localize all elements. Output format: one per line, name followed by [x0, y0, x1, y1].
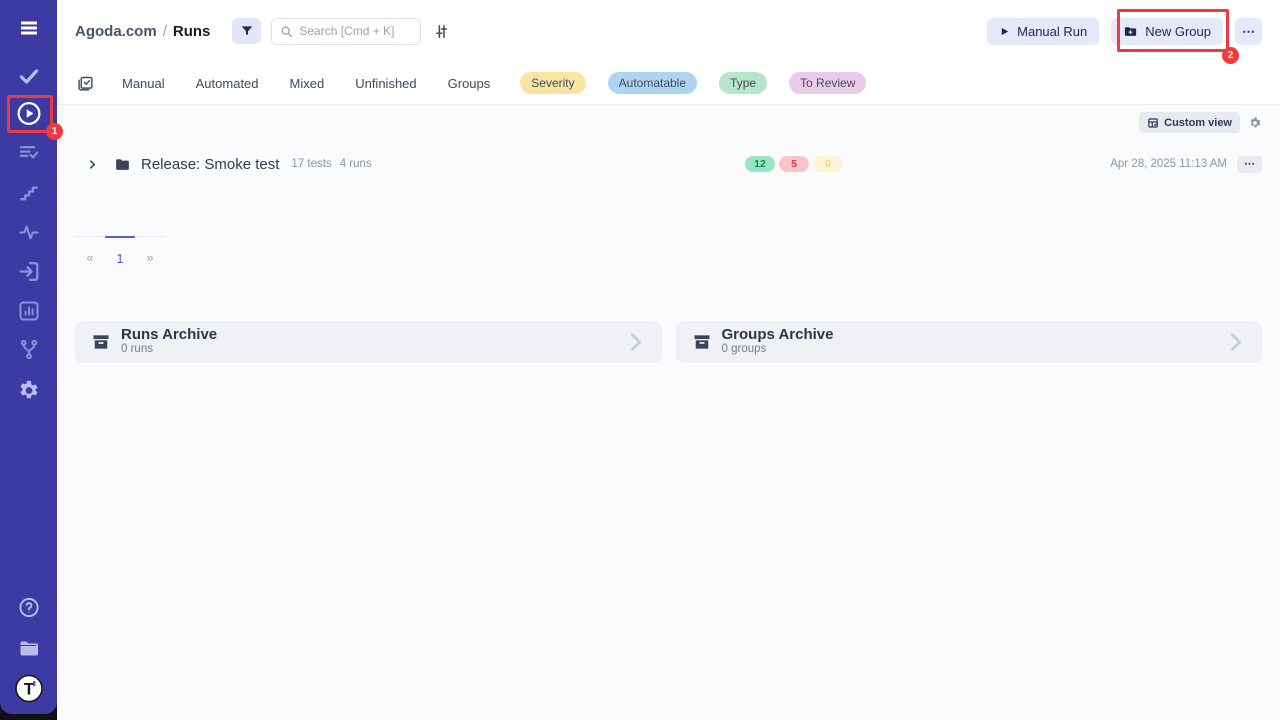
archive-card-text: Groups Archive 0 groups	[722, 327, 834, 357]
breadcrumb-project[interactable]: Agoda.com	[75, 23, 157, 40]
run-group-row[interactable]: Release: Smoke test 17 tests 4 runs 12 5…	[57, 150, 1280, 178]
pagination: « 1 »	[75, 236, 165, 266]
pill-to-review[interactable]: To Review	[789, 72, 866, 94]
skipped-count-badge: 0	[813, 156, 843, 172]
bar-chart-icon[interactable]	[17, 299, 41, 323]
select-all-icon[interactable]	[77, 75, 94, 92]
tabs: Manual Automated Mixed Unfinished Groups	[122, 76, 490, 91]
sliders-icon[interactable]	[433, 23, 450, 40]
check-icon[interactable]	[17, 64, 41, 88]
branch-icon[interactable]	[17, 338, 40, 361]
manual-run-button[interactable]: Manual Run	[987, 18, 1099, 45]
archive-card-title: Groups Archive	[722, 327, 834, 344]
tab-automated[interactable]: Automated	[196, 76, 259, 91]
tab-groups[interactable]: Groups	[448, 76, 491, 91]
expand-chevron-icon[interactable]	[87, 159, 98, 170]
pulse-icon[interactable]	[17, 221, 40, 244]
pagination-page-1[interactable]: 1	[105, 236, 135, 266]
failed-count-badge: 5	[779, 156, 809, 172]
main-area: Agoda.com / Runs	[57, 0, 1280, 720]
tab-mixed[interactable]: Mixed	[290, 76, 325, 91]
archive-cards: Runs Archive 0 runs Groups Archive 0 gro…	[75, 321, 1262, 363]
view-toolbar: Custom view	[57, 105, 1280, 133]
chevron-right-icon	[624, 331, 646, 353]
tabs-bar: Manual Automated Mixed Unfinished Groups…	[57, 62, 1280, 104]
archive-card-subtitle: 0 groups	[722, 343, 834, 357]
folder-plus-icon	[1123, 24, 1138, 39]
pagination-next[interactable]: »	[135, 237, 165, 266]
archive-card-title: Runs Archive	[121, 327, 217, 344]
pill-automatable[interactable]: Automatable	[608, 72, 697, 94]
manual-run-label: Manual Run	[1017, 24, 1087, 39]
breadcrumb-page: Runs	[173, 23, 211, 40]
view-settings-gear-icon[interactable]	[1248, 116, 1262, 130]
run-stats: 12 5 0	[745, 156, 843, 172]
help-icon[interactable]	[17, 596, 40, 619]
sidebar: T	[0, 0, 57, 714]
logo[interactable]: T	[14, 674, 43, 703]
header-more-button[interactable]: ⋯	[1235, 18, 1262, 45]
tab-unfinished[interactable]: Unfinished	[355, 76, 416, 91]
run-row-right: Apr 28, 2025 11:13 AM ⋯	[1110, 156, 1262, 173]
archive-card-subtitle: 0 runs	[121, 343, 217, 357]
groups-archive-card[interactable]: Groups Archive 0 groups	[676, 321, 1263, 363]
runs-archive-card[interactable]: Runs Archive 0 runs	[75, 321, 662, 363]
menu-icon[interactable]	[17, 16, 41, 40]
filter-button[interactable]	[232, 18, 261, 44]
table-icon	[1147, 117, 1159, 129]
gear-icon[interactable]	[16, 378, 41, 403]
tab-manual[interactable]: Manual	[122, 76, 165, 91]
run-group-more-button[interactable]: ⋯	[1237, 156, 1262, 173]
steps-icon[interactable]	[17, 181, 40, 204]
folder-icon[interactable]	[17, 636, 41, 660]
archive-box-icon	[91, 332, 111, 352]
play-icon	[999, 26, 1010, 37]
run-group-tests-count: 17 tests	[291, 158, 331, 170]
search-icon	[280, 25, 293, 38]
new-group-button[interactable]: New Group	[1111, 18, 1223, 45]
import-icon[interactable]	[16, 259, 41, 284]
archive-box-icon	[692, 332, 712, 352]
pill-severity[interactable]: Severity	[520, 72, 585, 94]
filter-pills: Severity Automatable Type To Review	[520, 72, 866, 94]
run-group-title[interactable]: Release: Smoke test	[141, 156, 279, 173]
search-box	[271, 18, 421, 45]
custom-view-button[interactable]: Custom view	[1139, 112, 1240, 133]
topbar: Agoda.com / Runs	[57, 0, 1280, 62]
new-group-label: New Group	[1145, 24, 1211, 39]
search-input[interactable]	[299, 24, 412, 38]
breadcrumb-separator: /	[163, 23, 167, 40]
funnel-icon	[240, 24, 254, 38]
pill-type[interactable]: Type	[719, 72, 767, 94]
chevron-right-icon	[1224, 331, 1246, 353]
header-zone: Agoda.com / Runs	[57, 0, 1280, 105]
passed-count-badge: 12	[745, 156, 775, 172]
list-check-icon[interactable]	[17, 141, 40, 164]
folder-icon	[114, 156, 131, 173]
breadcrumb: Agoda.com / Runs	[75, 23, 210, 40]
custom-view-label: Custom view	[1164, 117, 1232, 129]
play-circle-icon[interactable]	[15, 100, 42, 127]
topbar-actions: Manual Run New Group ⋯	[987, 18, 1262, 45]
run-group-runs-count: 4 runs	[340, 158, 372, 170]
archive-card-text: Runs Archive 0 runs	[121, 327, 217, 357]
run-group-date: Apr 28, 2025 11:13 AM	[1110, 158, 1227, 170]
pagination-prev[interactable]: «	[75, 237, 105, 266]
